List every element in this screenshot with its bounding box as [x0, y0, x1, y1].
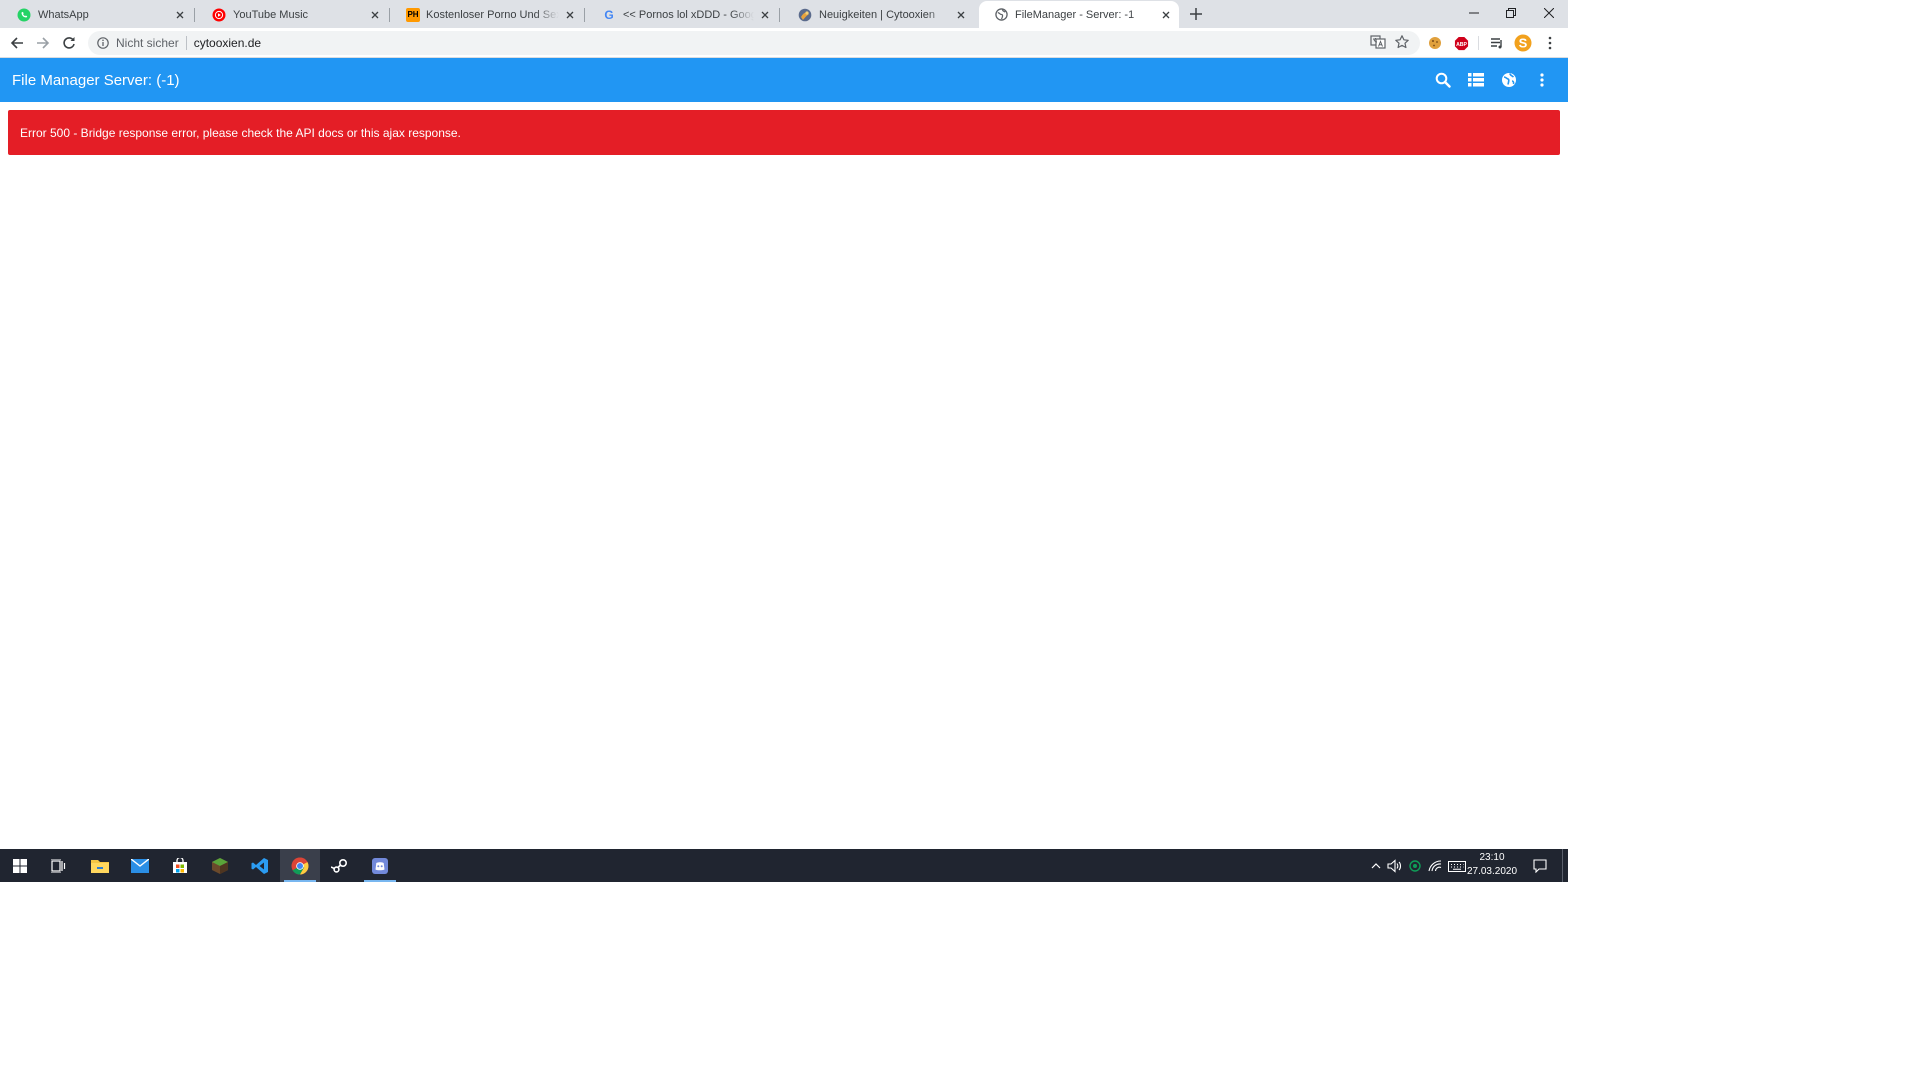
adblock-plus-icon[interactable]: ABP [1451, 33, 1471, 53]
reload-icon [63, 37, 75, 49]
google-icon: G [604, 7, 614, 22]
tab-title: Neuigkeiten | Cytooxien [819, 8, 935, 21]
task-view-button[interactable] [39, 849, 79, 882]
system-clock[interactable]: 23:10 27.03.2020 [1466, 851, 1518, 881]
taskbar-mail[interactable] [120, 849, 160, 882]
page-title: File Manager Server: (-1) [12, 71, 180, 89]
chevron-up-icon[interactable] [1368, 858, 1384, 874]
info-icon[interactable] [95, 37, 111, 49]
notifications-icon[interactable] [1532, 858, 1548, 874]
pornhub-icon: PH [406, 7, 420, 22]
svg-text:ABP: ABP [1456, 41, 1467, 47]
tab-title: << Pornos lol xDDD - Google-Suche [623, 8, 754, 21]
steam-icon [331, 858, 348, 873]
windows-logo-icon [13, 858, 27, 873]
translate-icon[interactable] [1370, 34, 1386, 50]
tab-filemanager[interactable]: FileManager - Server: -1 [979, 1, 1179, 28]
tab-whatsapp[interactable]: WhatsApp [2, 1, 195, 28]
forward-button[interactable] [32, 32, 54, 54]
wifi-icon[interactable] [1427, 858, 1443, 874]
youtube-music-icon [211, 7, 227, 23]
profile-avatar-icon[interactable]: S [1513, 33, 1533, 53]
close-tab-icon[interactable] [954, 8, 968, 22]
tab-google-search[interactable]: G << Pornos lol xDDD - Google-Suche [587, 1, 780, 28]
taskbar-chrome[interactable] [280, 849, 320, 882]
tab-pornhub[interactable]: PH Kostenloser Porno Und Sexvideos [392, 1, 585, 28]
media-queue-icon[interactable] [1487, 33, 1507, 53]
clock-date: 27.03.2020 [1466, 866, 1518, 877]
taskbar-steam[interactable] [320, 849, 360, 882]
close-tab-icon[interactable] [1159, 8, 1173, 22]
address-bar[interactable]: Nicht sicher cytooxien.de [88, 31, 1420, 55]
tab-title: YouTube Music [233, 8, 309, 21]
url-text[interactable]: cytooxien.de [194, 36, 261, 50]
close-tab-icon[interactable] [173, 8, 187, 22]
app-header: File Manager Server: (-1) [0, 58, 1568, 102]
more-vert-icon[interactable] [1532, 70, 1552, 90]
volume-icon[interactable] [1387, 858, 1403, 874]
discord-icon [372, 857, 388, 874]
file-explorer-icon [91, 859, 109, 873]
vscode-icon [251, 857, 268, 874]
whatsapp-icon [16, 7, 32, 23]
browser-toolbar: Nicht sicher cytooxien.de ABP S [0, 28, 1568, 58]
tab-youtube-music[interactable]: YouTube Music [197, 1, 390, 28]
arrow-left-icon [10, 37, 23, 49]
language-icon[interactable] [1499, 70, 1519, 90]
minimize-button[interactable] [1455, 0, 1493, 26]
close-window-button[interactable] [1530, 0, 1568, 26]
close-icon [1544, 8, 1554, 18]
error-alert: Error 500 - Bridge response error, pleas… [8, 110, 1560, 155]
error-message: Error 500 - Bridge response error, pleas… [20, 125, 461, 140]
chrome-icon [291, 857, 309, 874]
reload-button[interactable] [58, 32, 80, 54]
tab-cytooxien[interactable]: Neuigkeiten | Cytooxien [783, 1, 974, 28]
plus-icon [1190, 8, 1202, 20]
security-label: Nicht sicher [116, 36, 179, 50]
minimize-icon [1469, 12, 1479, 14]
start-button[interactable] [0, 849, 40, 882]
clock-time: 23:10 [1479, 852, 1505, 863]
search-icon[interactable] [1433, 70, 1453, 90]
bookmark-star-icon[interactable] [1394, 34, 1410, 50]
minecraft-icon [212, 857, 228, 874]
windows-taskbar: 23:10 27.03.2020 [0, 849, 1568, 882]
show-desktop-button[interactable] [1562, 849, 1568, 882]
cookie-extension-icon[interactable] [1425, 33, 1445, 53]
task-view-icon [51, 858, 66, 873]
cytooxien-icon [797, 7, 813, 23]
browser-tab-strip: WhatsApp YouTube Music PH Kostenloser Po… [0, 0, 1568, 28]
taskbar-store[interactable] [160, 849, 200, 882]
tab-title: Kostenloser Porno Und Sexvideos [426, 8, 559, 21]
close-tab-icon[interactable] [368, 8, 382, 22]
restore-button[interactable] [1492, 0, 1530, 26]
store-icon [173, 857, 187, 873]
arrow-right-icon [37, 37, 50, 49]
restore-icon [1506, 8, 1516, 18]
taskbar-minecraft[interactable] [200, 849, 240, 882]
close-tab-icon[interactable] [563, 8, 577, 22]
keyboard-icon[interactable] [1447, 858, 1467, 874]
new-tab-button[interactable] [1186, 5, 1206, 23]
back-button[interactable] [6, 32, 28, 54]
tab-title: FileManager - Server: -1 [1015, 8, 1135, 21]
globe-icon [993, 7, 1009, 23]
tab-title: WhatsApp [38, 8, 89, 21]
security-shield-icon[interactable] [1407, 858, 1423, 874]
taskbar-discord[interactable] [360, 849, 400, 882]
close-tab-icon[interactable] [758, 8, 772, 22]
list-view-icon[interactable] [1466, 70, 1486, 90]
svg-text:S: S [1519, 36, 1528, 51]
mail-icon [131, 858, 149, 873]
browser-menu-icon[interactable] [1540, 33, 1560, 53]
taskbar-vscode[interactable] [240, 849, 280, 882]
taskbar-file-explorer[interactable] [80, 849, 120, 882]
